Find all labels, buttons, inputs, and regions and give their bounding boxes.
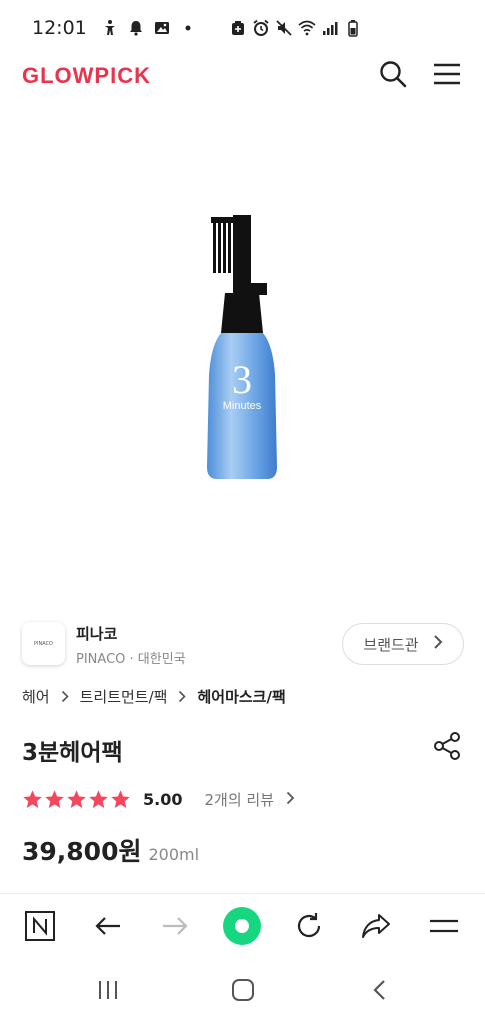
mute-icon bbox=[275, 19, 293, 37]
share-arrow-icon bbox=[360, 911, 392, 945]
wifi-icon bbox=[298, 19, 316, 37]
refresh-button[interactable] bbox=[289, 908, 329, 948]
naver-button[interactable] bbox=[20, 908, 60, 948]
status-bar: 12:01 bbox=[0, 0, 485, 56]
dot-icon bbox=[179, 19, 197, 37]
price-row: 39,800원 200ml bbox=[22, 832, 199, 868]
system-back-button[interactable] bbox=[360, 974, 400, 1010]
product-bottle-illustration: 3 Minutes bbox=[206, 215, 277, 479]
rating-value: 5.00 bbox=[143, 790, 183, 809]
glowpick-logo[interactable]: GLOWPICK bbox=[22, 63, 151, 89]
status-time: 12:01 bbox=[32, 17, 87, 39]
brand-shop-label: 브랜드관 bbox=[363, 635, 419, 654]
review-link[interactable]: 2개의 리뷰 bbox=[204, 789, 295, 810]
breadcrumb: 헤어 트리트먼트/팩 헤어마스크/팩 bbox=[22, 686, 286, 707]
gallery-icon bbox=[153, 19, 171, 37]
browser-toolbar bbox=[0, 893, 485, 959]
share-icon bbox=[432, 731, 462, 765]
notification-bell-icon bbox=[127, 19, 145, 37]
star-icon bbox=[110, 789, 131, 810]
home-icon bbox=[230, 977, 256, 1007]
naver-icon bbox=[24, 910, 56, 946]
breadcrumb-item-hair-mask[interactable]: 헤어마스크/팩 bbox=[197, 686, 285, 707]
review-count-label: 2개의 리뷰 bbox=[204, 791, 274, 809]
brand-row: PINACO 피나코 PINACO · 대한민국 브랜드관 bbox=[22, 620, 464, 670]
alarm-icon bbox=[252, 19, 270, 37]
brand-origin: PINACO · 대한민국 bbox=[76, 652, 186, 667]
back-icon bbox=[370, 978, 390, 1006]
battery-saver-icon bbox=[229, 19, 247, 37]
search-icon bbox=[378, 59, 408, 93]
star-icon bbox=[66, 789, 87, 810]
recent-apps-button[interactable] bbox=[88, 974, 128, 1010]
forward-arrow-icon bbox=[160, 911, 190, 945]
browser-menu-button[interactable] bbox=[424, 908, 464, 948]
refresh-icon bbox=[294, 911, 324, 945]
chevron-right-icon bbox=[286, 791, 295, 809]
recent-apps-icon bbox=[95, 978, 121, 1006]
star-icon bbox=[88, 789, 109, 810]
signal-icon bbox=[321, 19, 339, 37]
app-header: GLOWPICK bbox=[0, 56, 485, 98]
brand-logo[interactable]: PINACO bbox=[22, 622, 65, 665]
bottle-label-number: 3 bbox=[232, 357, 252, 402]
star-icon bbox=[44, 789, 65, 810]
product-price: 39,800원 bbox=[22, 837, 142, 866]
share-page-button[interactable] bbox=[356, 908, 396, 948]
chevron-right-icon bbox=[60, 690, 70, 703]
product-volume: 200ml bbox=[148, 845, 200, 864]
home-button[interactable] bbox=[223, 974, 263, 1010]
forward-button[interactable] bbox=[155, 908, 195, 948]
back-arrow-icon bbox=[93, 911, 123, 945]
green-dot-button[interactable] bbox=[222, 906, 262, 950]
battery-icon bbox=[344, 19, 362, 37]
menu-button[interactable] bbox=[431, 60, 463, 92]
search-button[interactable] bbox=[377, 60, 409, 92]
chevron-right-icon bbox=[433, 634, 443, 654]
breadcrumb-item-treatment[interactable]: 트리트먼트/팩 bbox=[80, 686, 168, 707]
back-button[interactable] bbox=[88, 908, 128, 948]
share-button[interactable] bbox=[431, 732, 463, 764]
brand-shop-button[interactable]: 브랜드관 bbox=[342, 623, 464, 665]
chevron-right-icon bbox=[177, 690, 187, 703]
system-nav-bar bbox=[0, 960, 485, 1024]
product-image: 3 Minutes bbox=[0, 110, 485, 600]
rating-row: 5.00 2개의 리뷰 bbox=[22, 789, 295, 810]
rating-stars bbox=[22, 789, 131, 810]
menu-icon bbox=[428, 911, 460, 945]
brand-name[interactable]: 피나코 bbox=[76, 623, 117, 644]
bottle-label-text: Minutes bbox=[222, 400, 261, 412]
brand-logo-text: PINACO bbox=[34, 640, 53, 647]
star-icon bbox=[22, 789, 43, 810]
product-title: 3분헤어팩 bbox=[22, 740, 123, 766]
hamburger-menu-icon bbox=[432, 59, 462, 93]
accessibility-icon bbox=[101, 19, 119, 37]
breadcrumb-item-hair[interactable]: 헤어 bbox=[22, 686, 50, 707]
green-dot-icon bbox=[222, 906, 262, 950]
